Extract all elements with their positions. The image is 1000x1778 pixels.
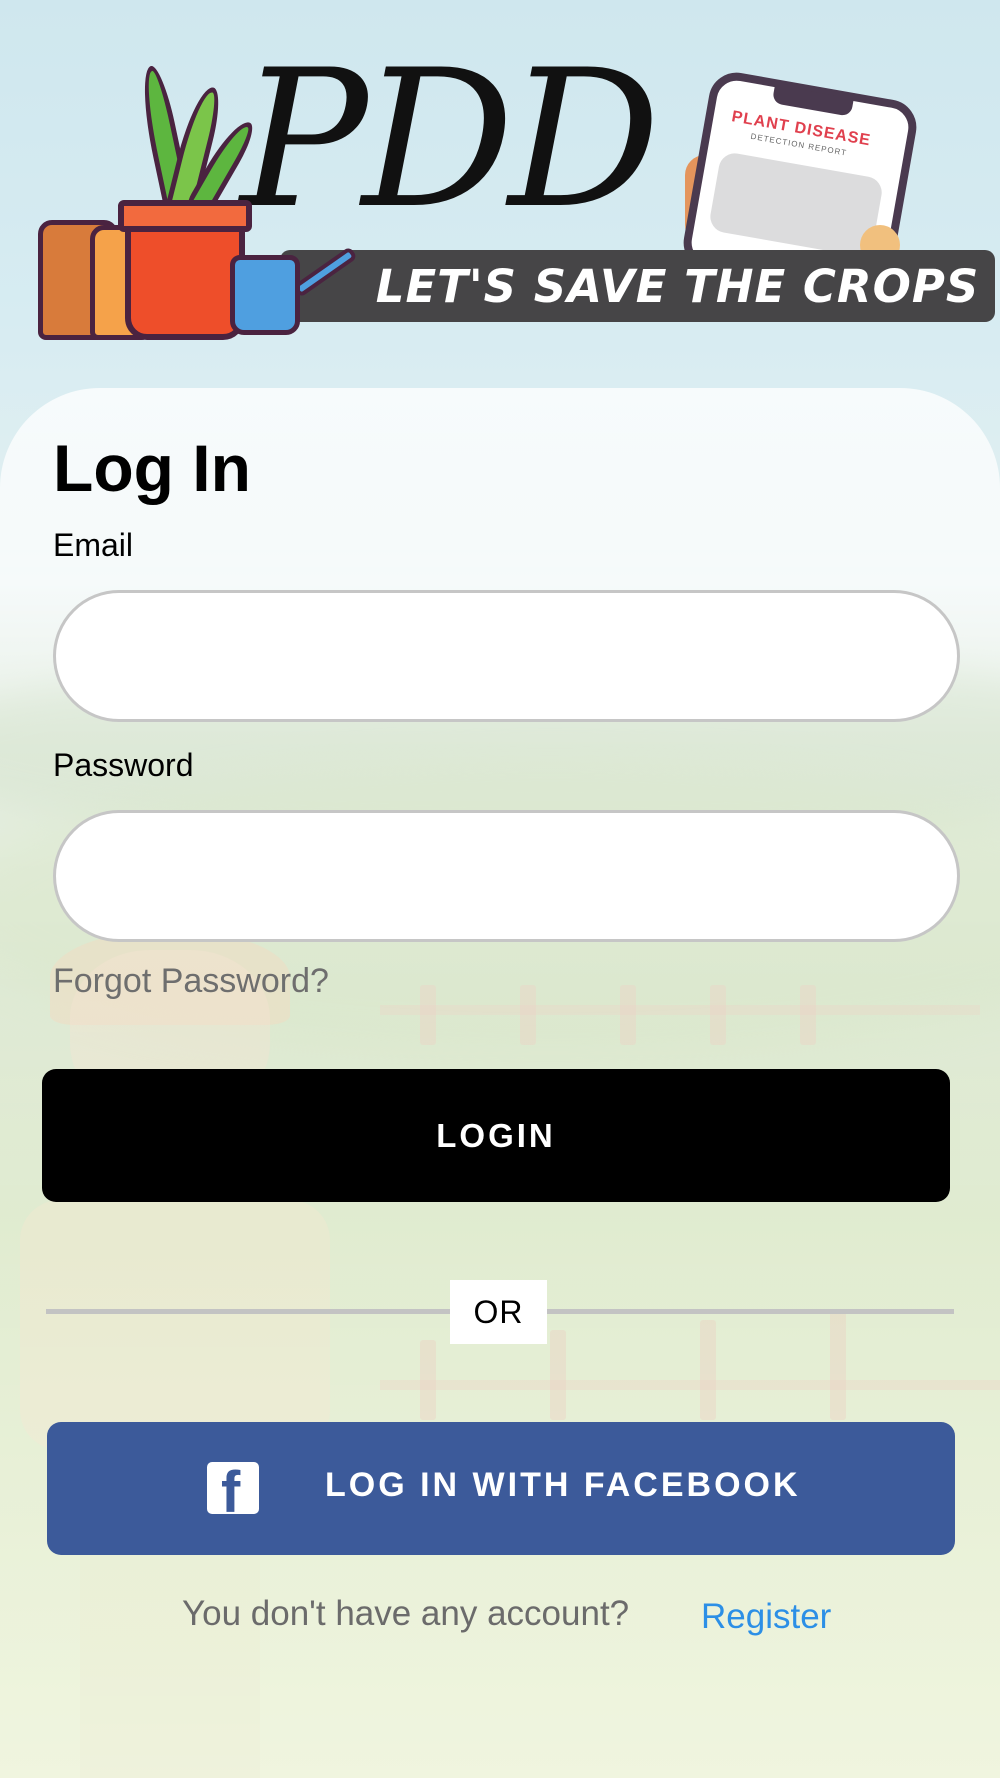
- forgot-password-link[interactable]: Forgot Password?: [53, 962, 329, 1001]
- register-link[interactable]: Register: [701, 1597, 831, 1637]
- facebook-icon: f: [207, 1462, 259, 1514]
- email-field[interactable]: [53, 590, 960, 722]
- or-divider-label: OR: [450, 1280, 547, 1344]
- password-label: Password: [53, 747, 194, 783]
- password-field[interactable]: [53, 810, 960, 942]
- facebook-login-button[interactable]: f LOG IN WITH FACEBOOK: [47, 1422, 955, 1555]
- page-title: Log In: [53, 431, 251, 505]
- email-label: Email: [53, 527, 134, 563]
- flower-pot-rim: [118, 200, 252, 232]
- login-button[interactable]: LOGIN: [42, 1069, 950, 1202]
- phone-report-box: [707, 150, 885, 259]
- tagline-text: LET'S SAVE THE CROPS: [375, 259, 980, 313]
- watering-can-icon: [230, 255, 300, 335]
- tagline-banner: LET'S SAVE THE CROPS: [280, 250, 995, 322]
- brand-name: PDD: [240, 29, 661, 250]
- facebook-login-label: LOG IN WITH FACEBOOK: [325, 1466, 801, 1504]
- no-account-text: You don't have any account?: [182, 1594, 630, 1633]
- app-logo: PLANT DISEASE DETECTION REPORT LET'S SAV…: [30, 45, 995, 345]
